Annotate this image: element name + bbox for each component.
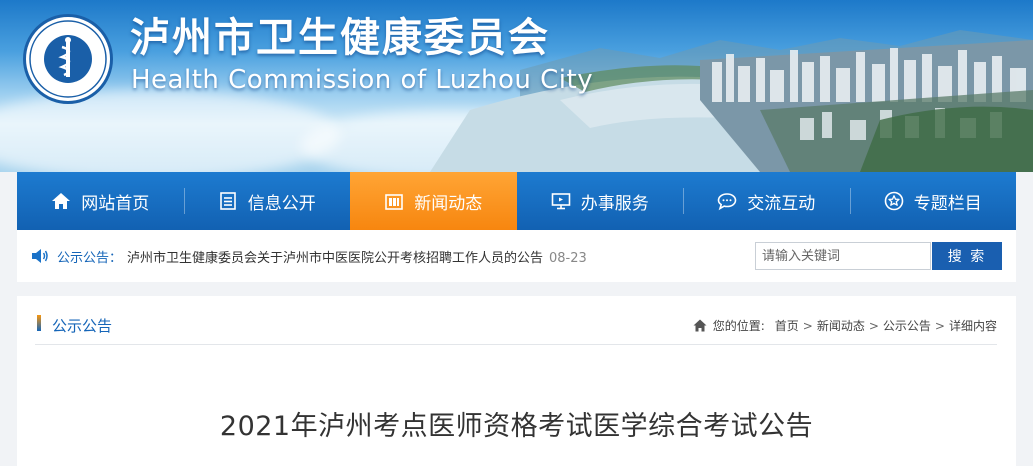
article-panel: 公示公告 您的位置: 首页 > 新闻动态 > 公示公告 > 详细内容 2021年… — [17, 296, 1016, 466]
breadcrumb-separator: > — [934, 318, 945, 333]
document-list-icon — [218, 191, 238, 211]
nav-item-label: 信息公开 — [247, 193, 316, 214]
article-title: 2021年泸州考点医师资格考试医学综合考试公告 — [219, 411, 814, 442]
section-title: 公示公告 — [52, 317, 113, 335]
notice-date: 08-23 — [549, 251, 587, 266]
home-icon — [51, 191, 71, 211]
search-button[interactable]: 搜 索 — [932, 242, 1002, 270]
notice-link[interactable]: 泸州市卫生健康委员会关于泸州市中医医院公开考核招聘工作人员的公告 08-23 — [127, 247, 587, 266]
main-navigation: 网站首页 信息公开 新闻动态 办事服务 交流互动 专题栏目 — [17, 172, 1016, 230]
search-input[interactable] — [755, 242, 931, 270]
breadcrumb-separator: > — [868, 318, 879, 333]
nav-item-label: 交流互动 — [747, 193, 816, 214]
section-accent-bar — [37, 315, 41, 331]
nav-item-special-topics[interactable]: 专题栏目 — [849, 172, 1017, 230]
site-title: 泸州市卫生健康委员会 — [130, 15, 550, 61]
nav-item-home[interactable]: 网站首页 — [17, 172, 184, 230]
monitor-icon — [551, 191, 571, 211]
header-banner: 泸州市卫生健康委员会 Health Commission of Luzhou C… — [0, 0, 1033, 172]
star-circle-icon — [884, 191, 904, 211]
news-building-icon — [384, 191, 404, 211]
nav-item-label: 新闻动态 — [414, 193, 483, 214]
nav-item-services[interactable]: 办事服务 — [517, 172, 684, 230]
nav-item-label: 专题栏目 — [913, 193, 982, 214]
breadcrumb: 您的位置: 首页 > 新闻动态 > 公示公告 > 详细内容 — [693, 317, 997, 334]
breadcrumb-link-home[interactable]: 首页 — [775, 317, 799, 334]
breadcrumb-home-icon — [693, 319, 707, 332]
logo-emblem — [23, 14, 113, 104]
breadcrumb-separator: > — [802, 318, 813, 333]
breadcrumb-link-notices[interactable]: 公示公告 — [883, 317, 931, 334]
nav-item-info-disclosure[interactable]: 信息公开 — [183, 172, 351, 230]
speaker-icon — [31, 248, 49, 264]
site-title-english: Health Commission of Luzhou City — [131, 65, 594, 95]
notice-link-text: 泸州市卫生健康委员会关于泸州市中医医院公开考核招聘工作人员的公告 — [127, 251, 544, 266]
nav-item-interaction[interactable]: 交流互动 — [683, 172, 850, 230]
nav-item-label: 网站首页 — [81, 193, 150, 214]
emblem-graphic — [29, 20, 107, 98]
breadcrumb-link-news[interactable]: 新闻动态 — [817, 317, 865, 334]
section-header: 公示公告 您的位置: 首页 > 新闻动态 > 公示公告 > 详细内容 — [35, 308, 997, 345]
chat-bubble-icon — [717, 191, 737, 211]
notice-bar: 公示公告： 泸州市卫生健康委员会关于泸州市中医医院公开考核招聘工作人员的公告 08… — [17, 230, 1016, 282]
nav-item-label: 办事服务 — [580, 193, 649, 214]
notice-label: 公示公告： — [57, 251, 123, 266]
nav-item-news[interactable]: 新闻动态 — [350, 172, 517, 230]
breadcrumb-current: 详细内容 — [948, 319, 997, 333]
breadcrumb-label: 您的位置: — [712, 319, 765, 333]
